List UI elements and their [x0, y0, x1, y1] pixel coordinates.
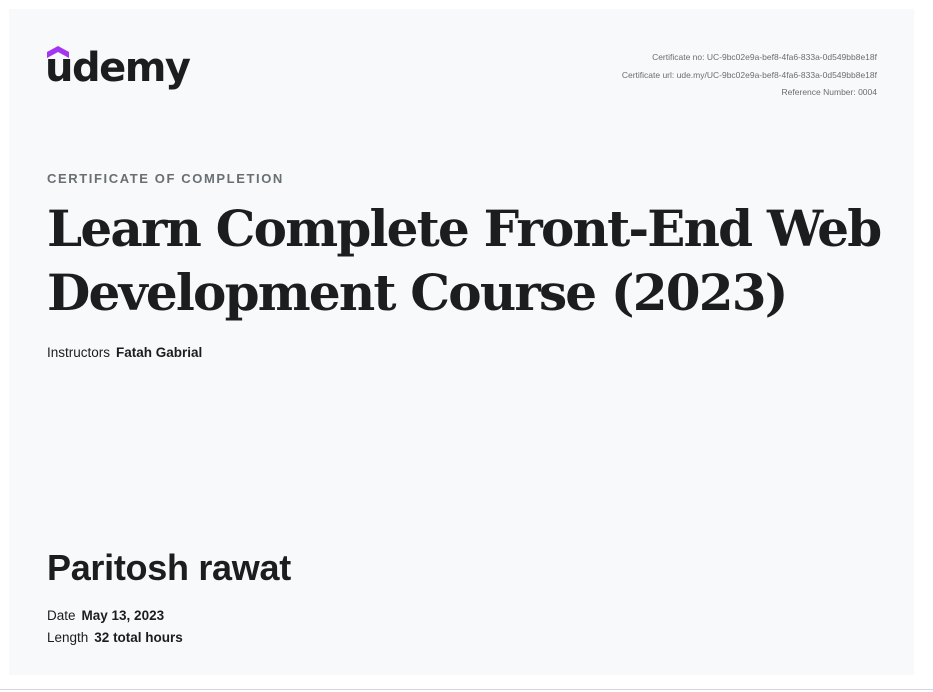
course-title: Learn Complete Front-End Web Development…	[47, 199, 882, 322]
instructors-row: Instructors Fatah Gabrial	[47, 345, 202, 360]
certificate-number: Certificate no: UC-9bc02e9a-bef8-4fa6-83…	[652, 52, 877, 62]
udemy-logo: udemy	[45, 45, 206, 106]
date-label: Date	[47, 608, 76, 623]
length-label: Length	[47, 630, 89, 645]
instructors-value: Fatah Gabrial	[116, 345, 203, 360]
reference-number: Reference Number: 0004	[781, 87, 877, 97]
certificate-card: udemy Certificate no: UC-9bc02e9a-bef8-4…	[9, 9, 914, 675]
length-value: 32 total hours	[94, 630, 183, 645]
date-row: Date May 13, 2023	[47, 608, 164, 623]
length-row: Length 32 total hours	[47, 630, 183, 645]
instructors-label: Instructors	[47, 345, 111, 360]
certificate-eyebrow: CERTIFICATE OF COMPLETION	[47, 171, 284, 186]
certificate-url[interactable]: Certificate url: ude.my/UC-9bc02e9a-bef8…	[622, 67, 877, 85]
logo-wordmark: udemy	[45, 45, 191, 91]
recipient-name: Paritosh rawat	[47, 547, 291, 588]
certificate-meta: Certificate no: UC-9bc02e9a-bef8-4fa6-83…	[622, 49, 877, 102]
page: udemy Certificate no: UC-9bc02e9a-bef8-4…	[0, 0, 933, 692]
bottom-divider	[0, 689, 933, 690]
date-value: May 13, 2023	[81, 608, 165, 623]
